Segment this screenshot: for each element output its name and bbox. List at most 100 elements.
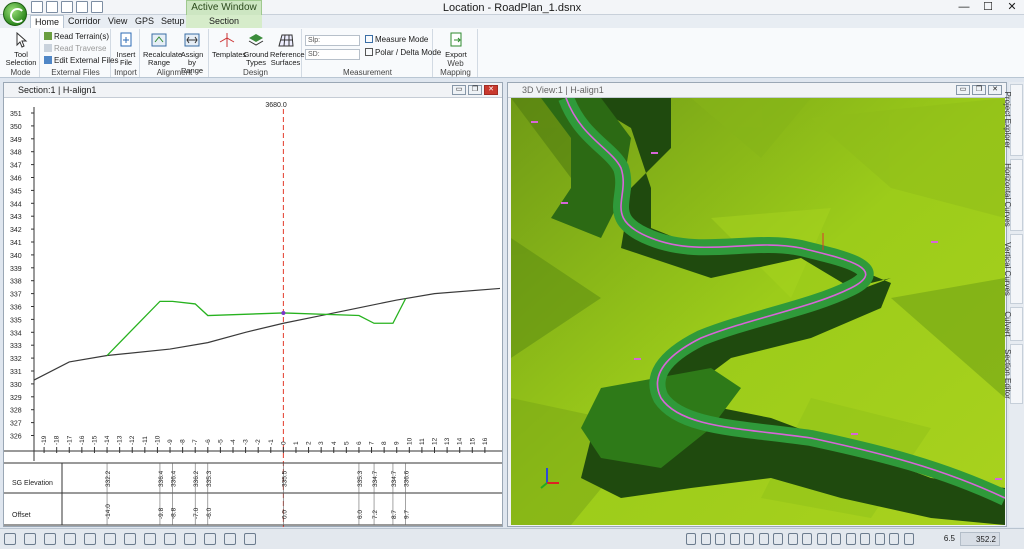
curve-tool-icon[interactable] xyxy=(4,533,16,545)
x-tick-label: 12 xyxy=(432,437,439,445)
tab-horizontal-curves[interactable]: Horizontal Curves xyxy=(1003,159,1023,231)
offset-value: -8.8 xyxy=(171,507,178,519)
edit-external-files-button[interactable]: Edit External Files xyxy=(44,56,118,66)
view3d-restore-button[interactable]: ❐ xyxy=(972,85,986,95)
zoom-extents-icon[interactable] xyxy=(889,533,899,545)
measure-icon xyxy=(365,35,373,43)
section-pane-title: Section:1 | H-align1 xyxy=(18,85,97,95)
offset-value: 9.7 xyxy=(404,510,411,519)
view3d-pane-buttons: ▭ ❐ ✕ xyxy=(956,85,1002,95)
tab-gps[interactable]: GPS xyxy=(131,15,158,28)
group-design: Templates Ground Types Reference Surface… xyxy=(210,29,305,77)
grid-toggle-icon[interactable] xyxy=(773,533,783,545)
zoom-window-icon[interactable] xyxy=(874,533,885,545)
y-tick-label: 332 xyxy=(10,356,22,363)
x-tick-label: 6 xyxy=(356,441,363,445)
read-terrain-button[interactable]: Read Terrain(s) xyxy=(44,32,109,42)
flag-icon[interactable] xyxy=(715,533,725,545)
layers-icon[interactable] xyxy=(84,533,96,545)
offset-label: Offset xyxy=(12,512,31,519)
edit-files-icon xyxy=(44,56,52,64)
section-restore-button[interactable]: ❐ xyxy=(468,85,482,95)
arrow-left-icon[interactable] xyxy=(686,533,696,545)
app-logo[interactable] xyxy=(3,2,27,26)
page-icon[interactable] xyxy=(816,533,827,545)
section-chart[interactable]: 3513503493483473463453443433423413403393… xyxy=(4,99,502,527)
export-button[interactable]: Export xyxy=(440,32,472,59)
fit-icon[interactable] xyxy=(744,533,754,545)
ground-types-button[interactable]: Ground Types xyxy=(242,32,270,67)
polar-delta-button[interactable]: Polar / Delta Mode xyxy=(365,48,441,58)
view3d-minimize-button[interactable]: ▭ xyxy=(956,85,970,95)
tab-corridor[interactable]: Corridor xyxy=(64,15,105,28)
section-pane-header: Section:1 | H-align1 ▭ ❐ ✕ xyxy=(4,83,502,98)
zoom-in-icon[interactable] xyxy=(845,533,856,545)
slope-distance-field[interactable]: SD: xyxy=(305,49,360,60)
zoom-icon[interactable] xyxy=(787,533,798,545)
x-tick-label: 9 xyxy=(394,441,401,445)
cursor-icon xyxy=(16,31,28,48)
assign-range-icon xyxy=(184,33,200,47)
section-pane[interactable]: Section:1 | H-align1 ▭ ❐ ✕ 351 350 349 348 3… xyxy=(3,82,503,527)
x-tick-label: -15 xyxy=(91,435,98,445)
y-tick-label: 333 xyxy=(10,343,22,350)
reference-surfaces-button[interactable]: Reference Surfaces xyxy=(270,32,305,67)
insert-file-button[interactable]: Insert File xyxy=(114,32,138,67)
sg-elevation-value: 335.5 xyxy=(281,470,288,487)
minimize-button[interactable]: — xyxy=(952,0,976,14)
offset-value: 7.2 xyxy=(372,510,379,519)
zoom-out-icon[interactable] xyxy=(860,533,870,545)
centerline-point xyxy=(281,310,286,315)
sg-elevation-value: 336.6 xyxy=(404,470,411,487)
tab-project-explorer[interactable]: Project Explorer xyxy=(1003,84,1023,156)
x-tick-label: 0 xyxy=(280,441,287,445)
view3d-close-button[interactable]: ✕ xyxy=(988,85,1002,95)
y-tick-label: 330 xyxy=(10,382,22,389)
recalculate-range-button[interactable]: Recalculate Range xyxy=(143,32,182,67)
window-icon[interactable] xyxy=(758,533,769,545)
zoom-previous-icon[interactable] xyxy=(903,533,914,545)
read-traverse-button[interactable]: Read Traverse xyxy=(44,44,106,54)
view3d-pane[interactable]: 3D View:1 | H-align1 ▭ ❐ ✕ xyxy=(507,82,1007,527)
measure-mode-button[interactable]: Measure Mode xyxy=(365,35,428,45)
offset-value: -14.0 xyxy=(105,504,112,519)
sg-elevation-value: 336.4 xyxy=(158,470,165,487)
pan-icon[interactable] xyxy=(44,533,56,545)
tab-home[interactable]: Home xyxy=(30,15,65,28)
profile-icon[interactable] xyxy=(244,533,256,545)
x-tick-label: -18 xyxy=(54,435,61,445)
x-tick-label: 3 xyxy=(318,441,325,445)
node-icon[interactable] xyxy=(184,533,196,545)
tab-view[interactable]: View xyxy=(104,15,131,28)
title-bar: Location - RoadPlan_1.dsnx — ☐ ✕ xyxy=(0,0,1024,15)
zigzag-icon[interactable] xyxy=(164,533,176,545)
x-tick-label: 7 xyxy=(369,441,376,445)
tool-selection-button[interactable]: Tool Selection xyxy=(4,31,38,67)
route-icon[interactable] xyxy=(144,533,156,545)
window-title: Location - RoadPlan_1.dsnx xyxy=(442,2,582,14)
x-tick-label: -12 xyxy=(129,435,136,445)
section-minimize-button[interactable]: ▭ xyxy=(452,85,466,95)
section-close-button[interactable]: ✕ xyxy=(484,85,498,95)
y-tick-label: 337 xyxy=(10,292,22,299)
walk-icon[interactable] xyxy=(224,533,236,545)
slope-field[interactable]: Slp: xyxy=(305,35,360,46)
arrow-right-icon[interactable] xyxy=(700,533,711,545)
templates-button[interactable]: Templates xyxy=(212,32,246,59)
close-button[interactable]: ✕ xyxy=(1000,0,1024,14)
grid-icon[interactable] xyxy=(64,533,76,545)
hand-icon[interactable] xyxy=(831,533,841,545)
tab-setup[interactable]: Setup xyxy=(157,15,189,28)
tab-section[interactable]: Section xyxy=(186,15,262,28)
tab-section-editor[interactable]: Section Editor xyxy=(1003,344,1023,404)
y-tick-label: 344 xyxy=(10,201,22,208)
offset-value: 6.0 xyxy=(357,510,364,519)
lock-icon[interactable] xyxy=(802,533,812,545)
measure-tool-icon[interactable] xyxy=(204,533,216,545)
section-tool-icon[interactable] xyxy=(124,533,136,545)
snap-icon[interactable] xyxy=(104,533,116,545)
terrain-3d-view[interactable] xyxy=(511,98,1005,525)
layers-toggle-icon[interactable] xyxy=(729,533,740,545)
arc-tool-icon[interactable] xyxy=(24,533,36,545)
maximize-button[interactable]: ☐ xyxy=(976,0,1000,14)
